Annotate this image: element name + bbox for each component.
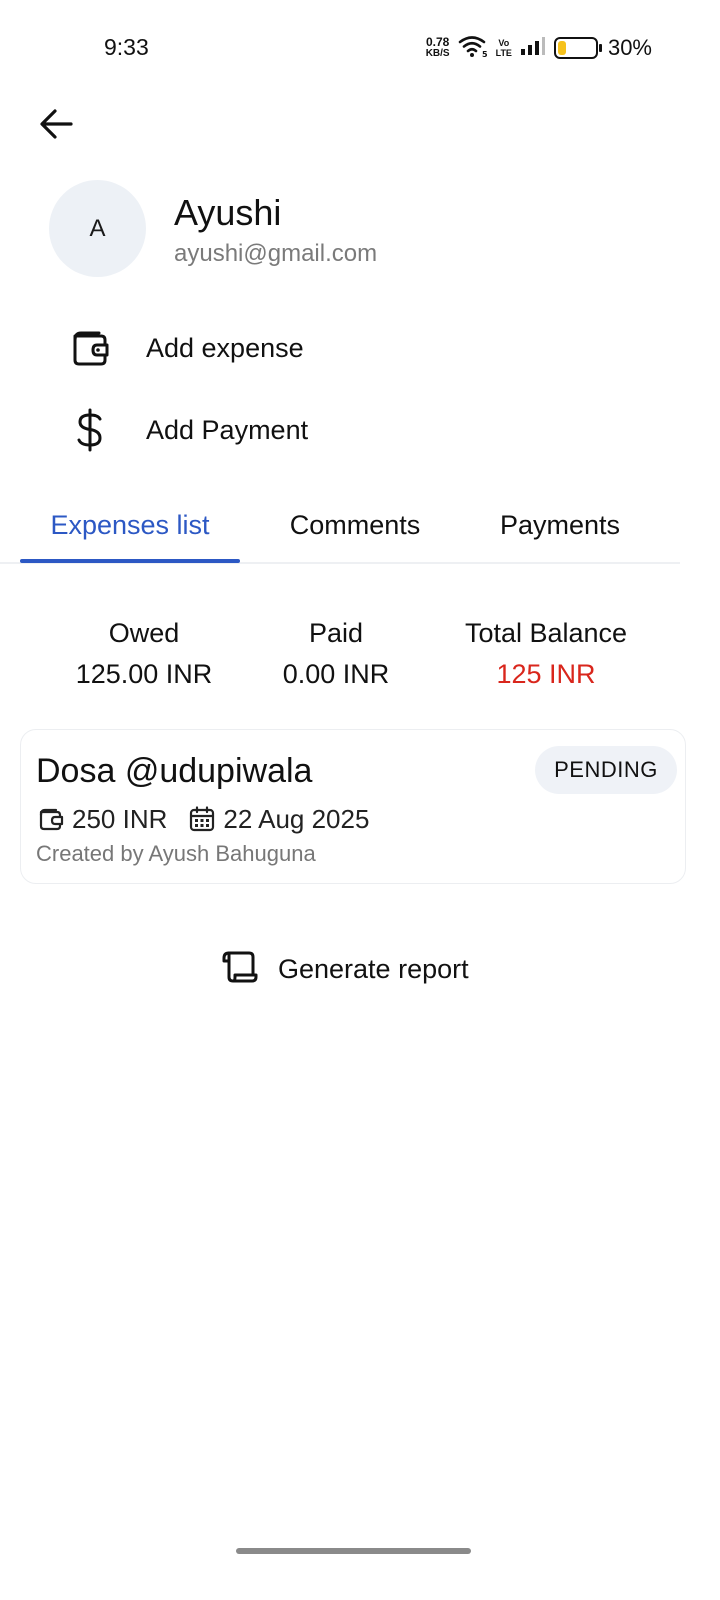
tab-comments[interactable]: Comments — [255, 500, 455, 562]
avatar: A — [49, 180, 146, 277]
paid-value: 0.00 INR — [282, 659, 390, 689]
owed-title: Owed — [108, 618, 180, 648]
paid-title: Paid — [308, 618, 364, 648]
status-time: 9:33 — [104, 34, 149, 60]
status-icons: 0.78 KB/S 5 Vo LTE 30% — [426, 34, 652, 62]
expense-amount: 250 INR — [72, 803, 168, 834]
battery-percent: 30% — [607, 35, 652, 60]
summary-owed: Owed 125.00 INR — [44, 618, 244, 690]
generate-report-label: Generate report — [278, 953, 469, 984]
expense-meta: 250 INR 22 Aug 2025 — [36, 802, 369, 836]
network-speed-value: 0.78 — [425, 35, 450, 49]
tab-expenses-list[interactable]: Expenses list — [20, 500, 240, 562]
profile-name: Ayushi — [174, 192, 282, 233]
expense-title: Dosa @udupiwala — [36, 752, 313, 790]
network-speed: 0.78 KB/S — [425, 35, 450, 59]
active-tab-indicator — [20, 559, 240, 563]
signal-icon — [520, 36, 546, 61]
wallet-icon — [66, 324, 114, 372]
status-bar: 9:33 0.78 KB/S 5 Vo LTE 30% — [0, 0, 720, 96]
generate-report-button[interactable]: Generate report — [220, 946, 469, 992]
battery-fill — [557, 41, 566, 55]
svg-text:5: 5 — [482, 50, 488, 58]
add-payment-button[interactable]: Add Payment — [66, 402, 308, 458]
expense-card[interactable]: Dosa @udupiwala PENDING 250 INR 22 Aug 2… — [20, 729, 686, 884]
avatar-initial: A — [89, 214, 106, 242]
tab-payments[interactable]: Payments — [470, 500, 650, 562]
wallet-icon — [36, 804, 66, 834]
total-balance-value: 125 INR — [496, 659, 596, 689]
battery-icon — [553, 37, 602, 59]
volte-bottom: LTE — [495, 48, 512, 58]
add-expense-label: Add expense — [146, 332, 304, 363]
home-indicator[interactable] — [236, 1548, 471, 1554]
summary-total-balance: Total Balance 125 INR — [446, 618, 646, 690]
tab-bar: Expenses list Comments Payments — [0, 500, 680, 564]
owed-value: 125.00 INR — [75, 659, 213, 689]
back-button[interactable] — [34, 104, 78, 148]
dollar-icon — [66, 406, 114, 454]
scroll-icon — [220, 949, 258, 990]
add-expense-button[interactable]: Add expense — [66, 320, 304, 376]
network-speed-unit: KB/S — [425, 48, 450, 59]
summary-paid: Paid 0.00 INR — [256, 618, 416, 690]
calendar-icon — [187, 804, 217, 834]
profile-email: ayushi@gmail.com — [174, 240, 378, 267]
screen: 9:33 0.78 KB/S 5 Vo LTE 30% A Ayushi ayu… — [0, 0, 720, 1600]
add-payment-label: Add Payment — [146, 414, 309, 445]
volte-top: Vo — [498, 38, 510, 48]
wifi-icon: 5 — [458, 34, 488, 63]
status-badge: PENDING — [535, 746, 677, 794]
volte-indicator: Vo LTE — [496, 38, 512, 58]
expense-date: 22 Aug 2025 — [223, 803, 370, 834]
expense-creator: Created by Ayush Bahuguna — [36, 841, 316, 866]
arrow-left-icon — [38, 108, 74, 145]
total-balance-title: Total Balance — [464, 618, 628, 648]
